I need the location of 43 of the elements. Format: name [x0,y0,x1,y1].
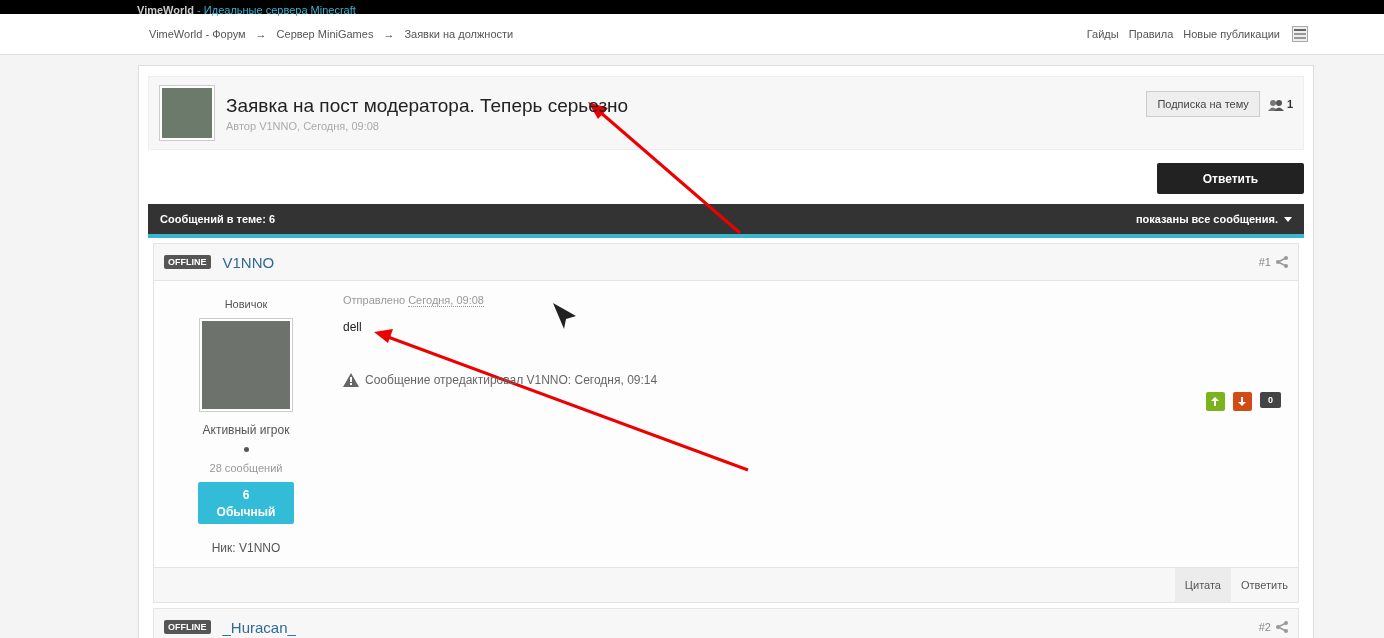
warning-icon [343,373,359,387]
share-icon[interactable] [1276,621,1288,633]
level-badge: 6 Обычный [198,482,294,524]
topic-meta: Автор V1NNO, Сегодня, 09:08 [226,119,380,132]
photo-placeholder [160,86,214,140]
filter-dropdown[interactable]: показаны все сообщения. [1135,213,1292,225]
breadcrumb-link[interactable]: VimeWorld - Форум [149,28,246,40]
user-post-count: 28 сообщений [209,462,283,474]
rank-pip-icon [243,447,249,452]
post-count: Сообщений в теме: 6 [160,213,276,225]
post-action-button[interactable]: Цитата [1174,568,1231,602]
users-icon [1267,99,1284,111]
post-number-link[interactable]: #1 [1258,256,1271,268]
share-icon[interactable] [1276,256,1288,268]
nav-link[interactable]: Гайды [1086,28,1119,40]
breadcrumb-link[interactable]: Сервер MiniGames [276,28,374,40]
upvote-button[interactable] [1206,392,1225,411]
vote-score: 0 [1260,392,1281,408]
post-text: dell [343,320,363,334]
post-number-link[interactable]: #2 [1258,621,1271,633]
arrow-down-icon [1238,397,1247,406]
breadcrumb-separator: → [383,28,395,40]
reply-button[interactable]: Ответить [1157,163,1304,194]
arrow-up-icon [1211,397,1220,406]
user-nick: Ник: V1NNO [211,541,281,555]
author-link[interactable]: V1NNO [222,253,275,271]
follower-count: 1 [1286,98,1293,110]
user-rank: Новичок [224,298,268,310]
status-badge: OFFLINE [164,255,211,269]
downvote-button[interactable] [1233,392,1252,411]
breadcrumb-link[interactable]: Заявки на должности [404,28,514,40]
subscribe-button[interactable]: Подписка на тему [1146,91,1260,117]
mouse-cursor-icon [553,303,576,329]
author-link[interactable]: _Huracan_ [222,618,296,636]
breadcrumb-separator: → [255,28,267,40]
nav-link[interactable]: Новые публикации [1183,28,1280,40]
site-title[interactable]: VimeWorld - Идеальные сервера Minecraft [137,4,356,17]
list-view-icon[interactable] [1292,26,1308,42]
status-badge: OFFLINE [164,620,211,634]
post-date: Отправлено Сегодня, 09:08 [343,294,485,306]
caret-icon [1284,216,1292,222]
nav-link[interactable]: Правила [1128,28,1174,40]
user-group: Активный игрок [202,423,290,437]
